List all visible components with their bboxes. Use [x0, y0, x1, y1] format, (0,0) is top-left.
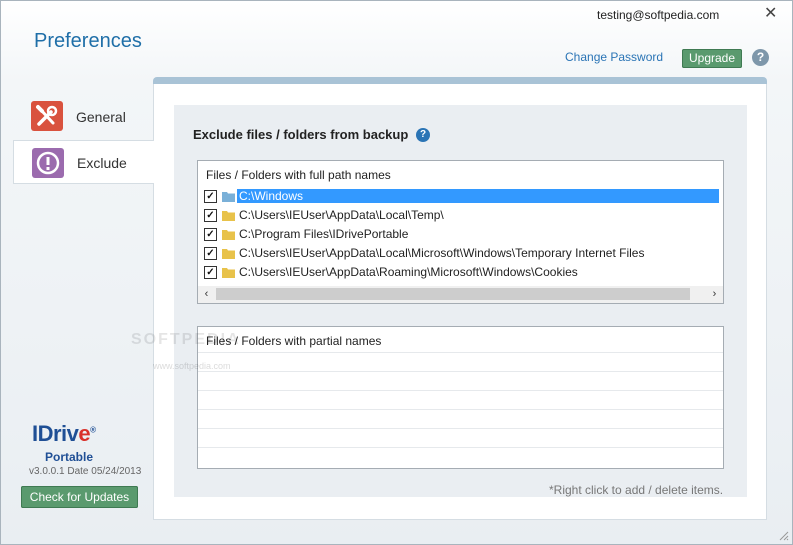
resize-grip-icon[interactable]	[779, 531, 789, 541]
change-password-link[interactable]: Change Password	[565, 50, 663, 64]
close-icon[interactable]: ✕	[764, 5, 777, 23]
folder-path: C:\Program Files\IDrivePortable	[239, 227, 409, 241]
folder-icon	[222, 230, 235, 240]
folder-path: C:\Users\IEUser\AppData\Local\Microsoft\…	[239, 246, 645, 260]
list-item[interactable]: ✓ C:\Users\IEUser\AppData\Local\Microsof…	[198, 244, 723, 263]
folder-icon	[222, 192, 235, 202]
exclamation-icon	[32, 148, 64, 178]
list-item[interactable]: ✓ C:\Windows	[198, 187, 723, 206]
registered-mark: ®	[90, 425, 96, 435]
list-item[interactable]: ✓ C:\Program Files\IDrivePortable	[198, 225, 723, 244]
list-item[interactable]: ✓ C:\Users\IEUser\AppData\Local\Temp\	[198, 206, 723, 225]
checkbox[interactable]: ✓	[204, 247, 217, 260]
check-updates-button[interactable]: Check for Updates	[21, 486, 138, 508]
folder-path: C:\Windows	[237, 189, 719, 203]
page-title: Preferences	[34, 30, 142, 52]
help-icon[interactable]: ?	[752, 49, 769, 66]
horizontal-scrollbar[interactable]: ‹ ›	[198, 286, 723, 303]
folder-path: C:\Users\IEUser\AppData\Local\Temp\	[239, 208, 444, 222]
logo-text: IDriv	[32, 421, 79, 446]
folder-icon	[222, 211, 235, 221]
partial-name-list[interactable]: Files / Folders with partial names	[197, 326, 724, 469]
grid-line	[198, 409, 723, 410]
logo-subtitle: Portable	[45, 450, 94, 464]
folder-path: C:\Users\IEUser\AppData\Roaming\Microsof…	[239, 265, 578, 279]
chevron-left-icon[interactable]: ‹	[198, 286, 215, 303]
full-path-list[interactable]: Files / Folders with full path names ✓ C…	[197, 160, 724, 304]
nav-item-general[interactable]: General	[13, 95, 153, 139]
folder-icon	[222, 249, 235, 259]
list-item[interactable]: ✓ C:\Users\IEUser\AppData\Roaming\Micros…	[198, 263, 723, 282]
grid-line	[198, 371, 723, 372]
grid-line	[198, 428, 723, 429]
grid-line	[198, 352, 723, 353]
checkbox[interactable]: ✓	[204, 228, 217, 241]
nav-item-exclude[interactable]: Exclude	[13, 140, 154, 184]
upgrade-button[interactable]: Upgrade	[682, 49, 742, 68]
nav-label-exclude: Exclude	[77, 155, 127, 171]
help-icon-exclude[interactable]: ?	[416, 128, 430, 142]
preferences-window: testing@softpedia.com ✕ Preferences Chan…	[0, 0, 793, 545]
logo-e: e	[78, 421, 91, 446]
section-title: Exclude files / folders from backup	[193, 127, 409, 142]
scrollbar-thumb[interactable]	[216, 288, 690, 300]
idrive-logo: IDrive®	[32, 421, 96, 447]
checkbox[interactable]: ✓	[204, 209, 217, 222]
footnote: *Right click to add / delete items.	[549, 483, 724, 497]
watermark: SOFTPEDIA	[131, 331, 241, 348]
nav-label-general: General	[76, 109, 126, 125]
checkbox[interactable]: ✓	[204, 266, 217, 279]
grid-line	[198, 390, 723, 391]
grid-line	[198, 447, 723, 448]
full-path-list-header: Files / Folders with full path names	[206, 168, 391, 182]
folder-icon	[222, 268, 235, 278]
checkbox[interactable]: ✓	[204, 190, 217, 203]
version-text: v3.0.0.1 Date 05/24/2013	[29, 466, 142, 477]
watermark-url: www.softpedia.com	[153, 361, 231, 371]
account-email: testing@softpedia.com	[597, 8, 720, 22]
wrench-screwdriver-icon	[31, 101, 63, 131]
chevron-right-icon[interactable]: ›	[706, 286, 723, 303]
